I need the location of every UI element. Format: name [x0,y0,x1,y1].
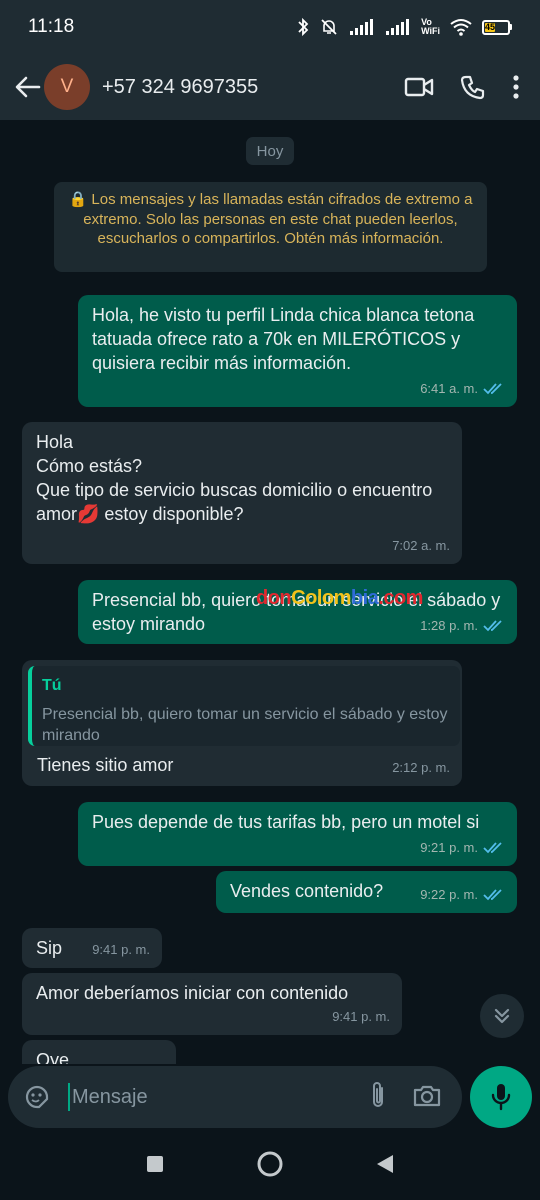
message-incoming-reply[interactable]: Tú Presencial bb, quiero tomar un servic… [22,660,462,786]
mute-bell-icon [319,17,339,37]
vowifi-bottom: WiFi [421,26,440,36]
watermark-part: bia [350,587,379,609]
chat-header: V +57 324 9697355 [0,54,540,120]
battery-icon: 45 [482,19,512,35]
message-incoming[interactable]: Oye [22,1040,176,1064]
message-outgoing[interactable]: Presencial bb, quiero tomar un servicio … [78,580,517,644]
encryption-notice[interactable]: 🔒 Los mensajes y las llamadas están cifr… [54,182,487,272]
message-time: 1:28 p. m. [420,618,478,633]
watermark: donColombia.com [256,586,423,610]
message-time: 9:41 p. m. [332,1009,390,1024]
message-text: Hola Cómo estás? Que tipo de servicio bu… [36,432,433,524]
message-outgoing[interactable]: Hola, he visto tu perfil Linda chica bla… [78,295,517,407]
vowifi-indicator: Vo WiFi [421,18,440,36]
voice-call-icon[interactable] [460,74,486,100]
composer: Mensaje [0,1064,540,1132]
quote-text: Presencial bb, quiero tomar un servicio … [42,706,448,744]
quote-author: Tú [42,677,62,694]
message-time: 9:41 p. m. [92,942,150,957]
message-outgoing[interactable]: Pues depende de tus tarifas bb, pero un … [78,802,517,866]
more-vert-icon[interactable] [512,74,520,100]
message-time: 6:41 a. m. [420,381,478,396]
quoted-message[interactable]: Tú Presencial bb, quiero tomar un servic… [28,666,460,746]
message-time: 2:12 p. m. [392,760,450,775]
message-meta: 1:28 p. m. [420,614,505,638]
message-meta: 7:02 a. m. [392,534,450,558]
message-input-bar[interactable]: Mensaje [8,1066,462,1128]
message-input[interactable]: Mensaje [72,1086,148,1109]
watermark-part: .com [378,587,423,609]
message-meta: 9:21 p. m. [420,836,505,860]
system-nav-bar [0,1132,540,1200]
message-text: Oye [36,1050,70,1064]
triangle-back-icon [377,1154,393,1173]
message-meta: 9:22 p. m. [420,883,505,907]
message-time: 7:02 a. m. [392,538,450,553]
read-ticks-icon [483,620,502,632]
text-caret [68,1083,70,1111]
signal-strength-icon [349,18,375,36]
video-call-icon[interactable] [404,76,434,98]
signal-strength-icon-2 [385,18,411,36]
watermark-part: don [256,587,292,609]
message-time: 9:21 p. m. [420,840,478,855]
message-time: 9:22 p. m. [420,887,478,902]
chat-area[interactable]: Hoy 🔒 Los mensajes y las llamadas están … [0,120,540,1064]
header-actions [404,74,540,100]
message-outgoing[interactable]: Vendes contenido? 9:22 p. m. [216,871,517,913]
battery-level: 45 [485,21,496,32]
status-time: 11:18 [28,16,75,37]
watermark-part: Colom [291,587,351,609]
sticker-icon[interactable] [22,1082,52,1112]
contact-name[interactable]: +57 324 9697355 [102,76,258,99]
double-chevron-down-icon [494,1008,510,1024]
battery-body: 45 [482,19,510,35]
mic-icon [491,1084,511,1111]
scroll-to-bottom-button[interactable] [480,994,524,1038]
mic-button[interactable] [470,1066,532,1128]
attach-icon[interactable] [368,1080,388,1115]
read-ticks-icon [483,842,502,854]
message-text: Amor deberíamos iniciar con contenido [36,983,349,1003]
battery-tip [510,24,512,30]
message-incoming[interactable]: Amor deberíamos iniciar con contenido 9:… [22,973,402,1035]
status-icons: Vo WiFi 45 [297,17,512,37]
read-ticks-icon [483,889,502,901]
message-meta: 6:41 a. m. [420,377,505,401]
circle-icon [257,1151,283,1176]
message-incoming[interactable]: Hola Cómo estás? Que tipo de servicio bu… [22,422,462,564]
message-meta: 9:41 p. m. [332,1005,390,1029]
message-meta: 9:41 p. m. [92,938,150,962]
back-button[interactable] [374,1152,396,1181]
read-ticks-icon [483,383,502,395]
message-text: Hola, he visto tu perfil Linda chica bla… [92,305,475,373]
home-button[interactable] [256,1150,284,1183]
message-text: Pues depende de tus tarifas bb, pero un … [92,812,480,832]
square-icon [147,1155,163,1172]
camera-icon[interactable] [412,1082,442,1113]
status-bar: 11:18 Vo WiFi 45 [0,0,540,54]
message-incoming[interactable]: Sip 9:41 p. m. [22,928,162,968]
message-text: Tienes sitio amor [37,755,174,775]
bluetooth-icon [297,17,309,37]
date-chip: Hoy [246,137,294,165]
avatar[interactable]: V [44,64,90,110]
recents-button[interactable] [144,1153,166,1180]
wifi-icon [450,18,472,36]
message-meta: 2:12 p. m. [392,756,450,780]
